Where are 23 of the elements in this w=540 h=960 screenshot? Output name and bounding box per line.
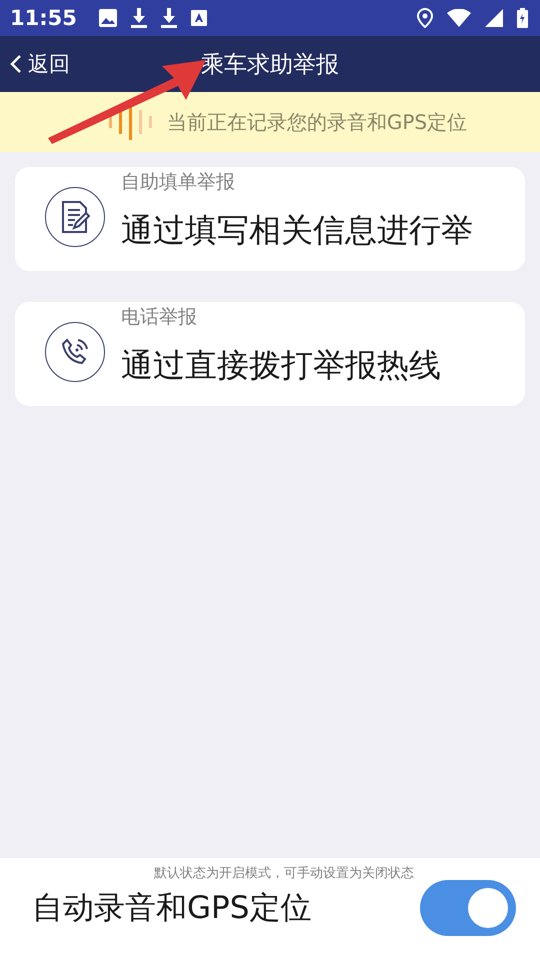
option-label: 电话举报 — [121, 305, 198, 330]
signal-icon — [485, 9, 503, 27]
back-button[interactable]: 返回 — [0, 36, 80, 92]
phone-call-icon — [60, 337, 90, 367]
page-title: 乘车求助举报 — [201, 52, 339, 78]
status-time: 11:55 — [10, 6, 77, 30]
wifi-icon — [447, 9, 471, 27]
download-icon — [160, 8, 177, 28]
option-description: 通过直接拨打举报热线 — [121, 345, 441, 386]
report-option-card[interactable]: 自助填单举报 通过填写相关信息进行举 — [15, 167, 525, 271]
report-option-card[interactable]: 电话举报 通过直接拨打举报热线 — [15, 302, 525, 406]
download-icon — [130, 8, 147, 28]
location-icon — [417, 8, 433, 28]
document-pencil-icon — [60, 200, 90, 234]
option-label: 自助填单举报 — [121, 170, 236, 195]
font-icon — [190, 10, 207, 26]
battery-icon — [517, 8, 528, 28]
chevron-left-icon — [10, 54, 22, 74]
image-icon — [98, 9, 117, 27]
toggle-label: 自动录音和GPS定位 — [32, 889, 312, 928]
recording-notice: 当前正在记录您的录音和GPS定位 — [166, 108, 468, 136]
toggle-hint: 默认状态为开启模式，可手动设置为关闭状态 — [153, 865, 415, 882]
option-description: 通过填写相关信息进行举 — [121, 210, 473, 251]
